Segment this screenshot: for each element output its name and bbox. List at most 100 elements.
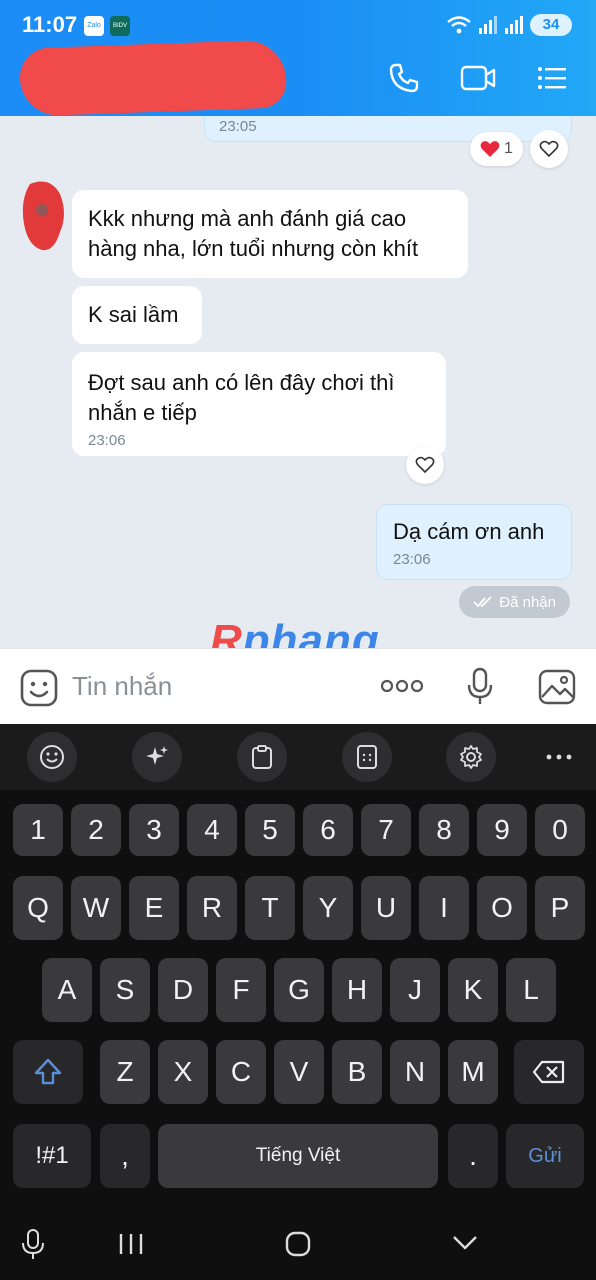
key-v[interactable]: V [274, 1040, 324, 1104]
key-a[interactable]: A [42, 958, 92, 1022]
key-1[interactable]: 1 [13, 804, 63, 856]
on-screen-keyboard: 1 2 3 4 5 6 7 8 9 0 Q W E R T Y U I O P … [0, 724, 596, 1280]
key-8[interactable]: 8 [419, 804, 469, 856]
contact-avatar[interactable] [20, 180, 66, 254]
phone-icon[interactable] [388, 62, 420, 94]
period-key[interactable]: . [448, 1124, 498, 1188]
key-s[interactable]: S [100, 958, 150, 1022]
sticker-emoji-icon[interactable] [20, 669, 58, 707]
reaction-count-value: 1 [504, 140, 513, 157]
bidv-notification-icon: BIDV [110, 16, 130, 36]
more-options-icon[interactable] [380, 679, 424, 693]
react-heart-button[interactable] [406, 446, 444, 484]
key-3[interactable]: 3 [129, 804, 179, 856]
message-bubble-received[interactable]: K sai lầm [72, 286, 202, 344]
key-p[interactable]: P [535, 876, 585, 940]
message-bubble-received[interactable]: Kkk nhưng mà anh đánh giá cao hàng nha, … [72, 190, 468, 278]
key-x[interactable]: X [158, 1040, 208, 1104]
key-n[interactable]: N [390, 1040, 440, 1104]
key-l[interactable]: L [506, 958, 556, 1022]
emoji-icon[interactable] [27, 732, 77, 782]
key-q[interactable]: Q [13, 876, 63, 940]
message-bubble-sent[interactable]: Dạ cám ơn anh 23:06 [376, 504, 572, 580]
keyboard-mic-icon[interactable] [20, 1228, 46, 1262]
key-e[interactable]: E [129, 876, 179, 940]
message-time: 23:06 [393, 551, 431, 568]
heart-outline-icon [539, 140, 559, 158]
recent-apps-icon[interactable] [118, 1232, 144, 1256]
signal-icon-2 [505, 16, 523, 34]
key-j[interactable]: J [390, 958, 440, 1022]
clipboard-icon[interactable] [237, 732, 287, 782]
settings-icon[interactable] [446, 732, 496, 782]
signal-icon [479, 16, 497, 34]
shift-key[interactable] [13, 1040, 83, 1104]
key-b[interactable]: B [332, 1040, 382, 1104]
image-gallery-icon[interactable] [538, 669, 576, 705]
key-f[interactable]: F [216, 958, 266, 1022]
message-text: Đợt sau anh có lên đây chơi thì nhắn e t… [88, 370, 395, 425]
comma-key[interactable]: , [100, 1124, 150, 1188]
watermark-logo: Rphang [210, 616, 380, 648]
key-9[interactable]: 9 [477, 804, 527, 856]
key-0[interactable]: 0 [535, 804, 585, 856]
key-h[interactable]: H [332, 958, 382, 1022]
keyboard-toolbar [0, 724, 596, 790]
message-input-bar: Tin nhắn [0, 648, 596, 724]
ai-sparkle-icon[interactable] [132, 732, 182, 782]
zalo-notification-icon: Zalo [84, 16, 104, 36]
backspace-key[interactable] [514, 1040, 584, 1104]
delivery-status-badge: Đã nhận [459, 586, 570, 618]
video-call-icon[interactable] [460, 62, 496, 94]
key-t[interactable]: T [245, 876, 295, 940]
key-2[interactable]: 2 [71, 804, 121, 856]
more-icon[interactable] [546, 754, 572, 760]
heart-filled-icon [480, 141, 500, 157]
key-d[interactable]: D [158, 958, 208, 1022]
wifi-icon [447, 16, 471, 34]
battery-indicator: 34 [530, 14, 572, 36]
symbols-key[interactable]: !#1 [13, 1124, 91, 1188]
chat-area[interactable]: 23:05 1 Kkk nhưng mà anh đánh giá cao hà… [0, 116, 596, 648]
send-key[interactable]: Gửi [506, 1124, 584, 1188]
key-g[interactable]: G [274, 958, 324, 1022]
key-w[interactable]: W [71, 876, 121, 940]
backspace-icon [532, 1060, 565, 1084]
message-time: 23:05 [219, 118, 257, 135]
home-icon[interactable] [284, 1230, 312, 1258]
reaction-count[interactable]: 1 [470, 132, 523, 166]
heart-outline-icon [415, 456, 435, 474]
key-5[interactable]: 5 [245, 804, 295, 856]
system-navigation-bar [0, 1214, 596, 1280]
chat-header: 11:07 Zalo BIDV 34 [0, 0, 596, 117]
delivery-status-text: Đã nhận [499, 593, 556, 611]
key-i[interactable]: I [419, 876, 469, 940]
status-time: 11:07 [22, 12, 78, 37]
message-text: K sai lầm [88, 302, 179, 327]
status-indicators: 34 [446, 14, 572, 36]
key-m[interactable]: M [448, 1040, 498, 1104]
key-6[interactable]: 6 [303, 804, 353, 856]
message-input[interactable]: Tin nhắn [72, 671, 172, 702]
message-time: 23:06 [88, 432, 126, 449]
key-r[interactable]: R [187, 876, 237, 940]
key-u[interactable]: U [361, 876, 411, 940]
key-c[interactable]: C [216, 1040, 266, 1104]
key-y[interactable]: Y [303, 876, 353, 940]
key-7[interactable]: 7 [361, 804, 411, 856]
space-key[interactable]: Tiếng Việt [158, 1124, 438, 1188]
message-text: Dạ cám ơn anh [393, 519, 545, 544]
redacted-contact-name [18, 39, 288, 117]
message-text: Kkk nhưng mà anh đánh giá cao hàng nha, … [88, 206, 419, 261]
key-o[interactable]: O [477, 876, 527, 940]
menu-icon[interactable] [536, 62, 568, 94]
double-check-icon [473, 596, 492, 608]
key-z[interactable]: Z [100, 1040, 150, 1104]
keypad-icon[interactable] [342, 732, 392, 782]
key-k[interactable]: K [448, 958, 498, 1022]
message-bubble-received[interactable]: Đợt sau anh có lên đây chơi thì nhắn e t… [72, 352, 446, 456]
hide-keyboard-icon[interactable] [452, 1234, 478, 1252]
microphone-icon[interactable] [466, 667, 494, 707]
react-heart-button[interactable] [530, 130, 568, 168]
key-4[interactable]: 4 [187, 804, 237, 856]
